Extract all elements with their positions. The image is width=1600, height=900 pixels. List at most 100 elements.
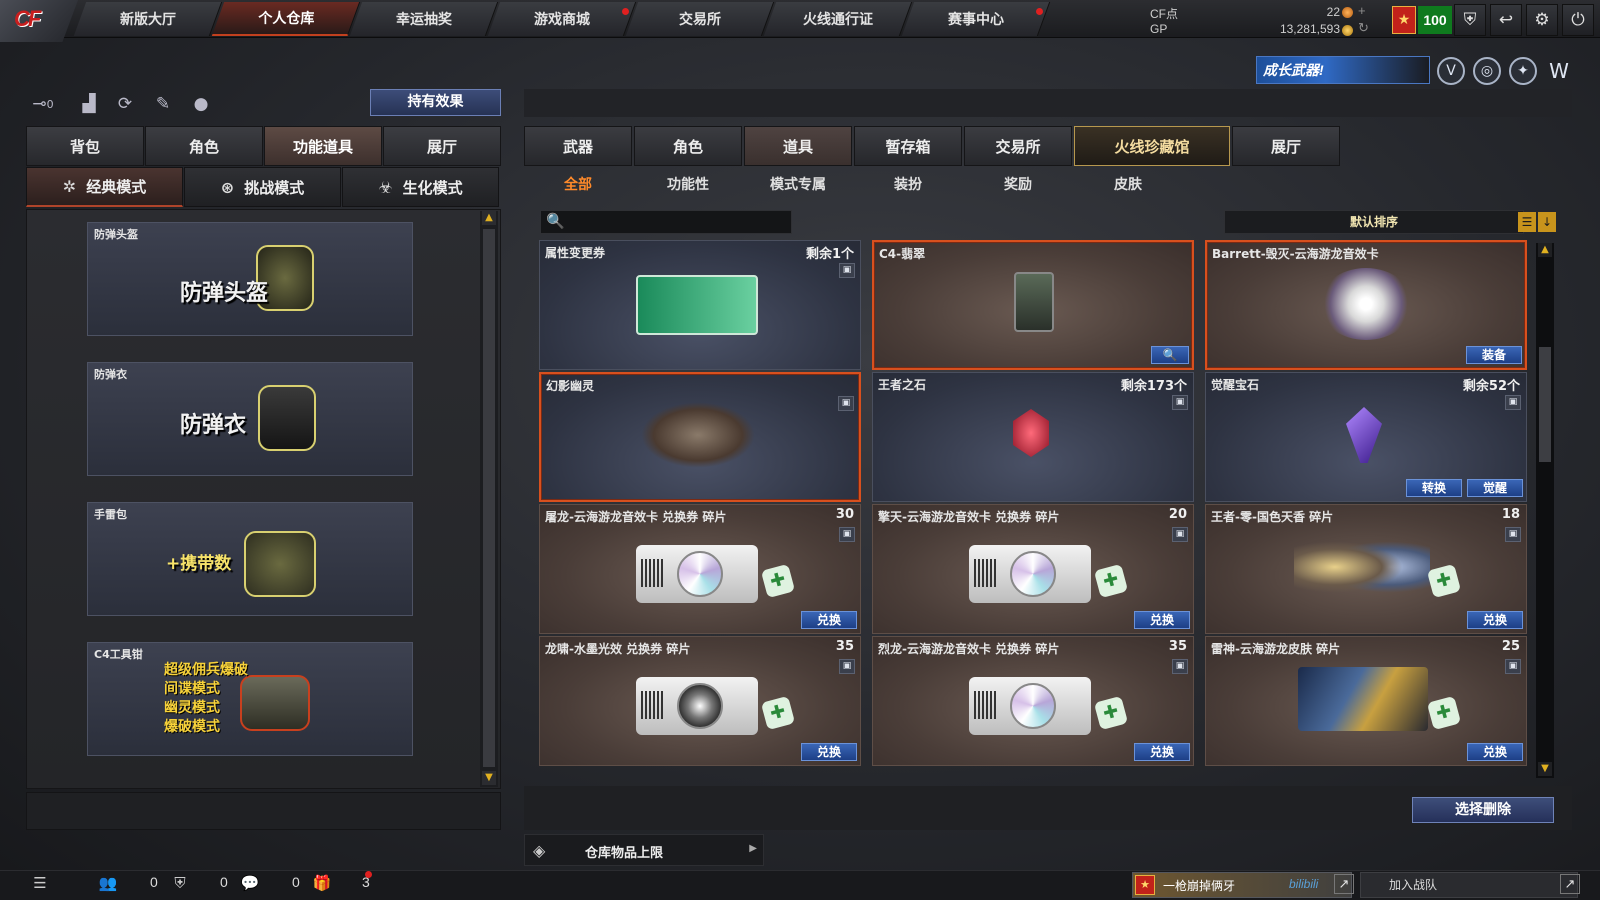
warehouse-capacity-button[interactable]: ◈ 仓库物品上限 ▶ [524,834,764,866]
tab-character[interactable]: 角色 [145,126,263,166]
awaken-button[interactable]: 觉醒 [1467,479,1523,497]
nav-tab-warehouse[interactable]: 个人仓库 [211,2,361,36]
lock-icon[interactable]: ▣ [1505,527,1521,542]
redeem-button[interactable]: 兑换 [801,743,857,761]
inspect-magnifier-icon[interactable]: 🔍 [1151,346,1189,364]
mode-tab-zombie[interactable]: ☣ 生化模式 [342,167,499,207]
item-card[interactable]: 王者-零-国色天香 碎片 18 ▣ ✚ 兑换 [1205,504,1527,634]
scroll-down-icon[interactable]: ▼ [1538,762,1552,776]
item-card[interactable]: 擎天-云海游龙音效卡 兑换券 碎片 20 ▣ ✚ 兑换 [872,504,1194,634]
lock-icon[interactable]: ▣ [839,659,855,674]
rtab-exchange[interactable]: 交易所 [964,126,1072,166]
left-scrollbar[interactable]: ▲ ▼ [480,211,498,787]
item-card[interactable]: 雷神-云海游龙皮肤 碎片 25 ▣ ✚ 兑换 [1205,636,1527,766]
subtab-outfit[interactable]: 装扮 [858,172,958,198]
convert-button[interactable]: 转换 [1406,479,1462,497]
nav-tab-lobby[interactable]: 新版大厅 [73,2,223,36]
lock-icon[interactable]: ▣ [838,396,854,411]
brush-icon[interactable]: ✎ [150,92,176,116]
return-icon[interactable]: ↩ [1490,4,1522,36]
item-card[interactable]: C4-翡翠 🔍 [872,240,1194,370]
subtab-mode-exclusive[interactable]: 模式专属 [748,172,848,198]
nav-tab-lottery[interactable]: 幸运抽奖 [349,2,499,36]
gift-icon[interactable]: 🎁 [312,874,332,894]
redeem-button[interactable]: 兑换 [1134,743,1190,761]
tab-backpack[interactable]: 背包 [26,126,144,166]
nav-tab-shop[interactable]: 游戏商城 [487,2,637,36]
item-card-helmet[interactable]: 防弹头盔 防弹头盔 [87,222,413,336]
item-card[interactable]: 屠龙-云海游龙音效卡 兑换券 碎片 30 ▣ ✚ 兑换 [539,504,861,634]
equip-button[interactable]: 装备 [1466,346,1522,364]
lock-icon[interactable]: ▣ [1172,527,1188,542]
nav-tab-battle-pass[interactable]: 火线通行证 [763,2,913,36]
power-icon[interactable]: ⏻ [1562,4,1594,36]
redeem-button[interactable]: 兑换 [801,611,857,629]
subtab-functional[interactable]: 功能性 [638,172,738,198]
lock-icon[interactable]: ▣ [1505,395,1521,410]
lock-icon[interactable]: ▣ [839,263,855,278]
mode-tab-challenge[interactable]: ⊛ 挑战模式 [184,167,341,207]
tab-function-items[interactable]: 功能道具 [264,126,382,166]
rtab-characters[interactable]: 角色 [634,126,742,166]
shield-icon[interactable]: ⛨ [1454,4,1486,36]
sort-order-icon[interactable]: ↓ [1538,212,1556,232]
grenade-icon[interactable]: ● [188,92,214,116]
item-card[interactable]: Barrett-毁灭-云海游龙音效卡 装备 [1205,240,1527,370]
settings-gear-icon[interactable]: ⚙ [1526,4,1558,36]
held-effects-button[interactable]: 持有效果 [370,89,501,116]
item-card[interactable]: 属性变更券 剩余1个 ▣ [539,240,861,370]
external-link-icon[interactable]: ↗ [1560,874,1580,894]
scroll-down-icon[interactable]: ▼ [482,771,496,785]
rtab-storage-box[interactable]: 暂存箱 [854,126,962,166]
mode-tab-classic[interactable]: ✲ 经典模式 [26,167,183,207]
item-card-vest[interactable]: 防弹衣 防弹衣 [87,362,413,476]
tab-showroom[interactable]: 展厅 [383,126,501,166]
guild-shield-icon[interactable]: ⛨ [170,874,190,894]
rtab-collection-hall[interactable]: 火线珍藏馆 [1074,126,1230,166]
crystal-emblem-icon[interactable]: ✦ [1509,57,1537,85]
item-card-c4-pliers[interactable]: C4工具钳 超级佣兵爆破 间谍模式 幽灵模式 爆破模式 [87,642,413,756]
vip-emblem-icon[interactable]: V [1437,57,1465,85]
news-ticker[interactable]: ★ 一枪崩掉俩牙 bilibili [1132,872,1352,898]
friends-icon[interactable]: 👥 [98,874,118,894]
select-delete-button[interactable]: 选择删除 [1412,797,1554,823]
left-scroll-thumb[interactable] [483,229,495,767]
nav-tab-exchange[interactable]: 交易所 [625,2,775,36]
key-icon[interactable]: ⊸ 0 [30,92,56,116]
podium-icon[interactable]: ▟ [76,92,102,116]
redeem-button[interactable]: 兑换 [1467,743,1523,761]
nav-tab-events[interactable]: 赛事中心 [901,2,1051,36]
right-scrollbar[interactable]: ▲ ▼ [1536,243,1554,778]
item-card-grenade-pack[interactable]: 手雷包 +携带数 [87,502,413,616]
rtab-items[interactable]: 道具 [744,126,852,166]
rtab-showroom[interactable]: 展厅 [1232,126,1340,166]
sort-dropdown[interactable]: 默认排序 [1224,210,1524,234]
redeem-button[interactable]: 兑换 [1134,611,1190,629]
growth-weapon-banner[interactable]: 成长武器! [1256,56,1430,84]
refresh-icon[interactable]: ⟳ [112,92,138,116]
join-team-button[interactable]: 加入战队 [1360,872,1578,898]
lock-icon[interactable]: ▣ [1172,659,1188,674]
item-card[interactable]: 烈龙-云海游龙音效卡 兑换券 碎片 35 ▣ ✚ 兑换 [872,636,1194,766]
refresh-gp-icon[interactable]: ↻ [1358,20,1369,36]
lock-icon[interactable]: ▣ [1505,659,1521,674]
rtab-weapons[interactable]: 武器 [524,126,632,166]
search-input[interactable] [540,210,792,234]
redeem-button[interactable]: 兑换 [1467,611,1523,629]
chat-bubble-icon[interactable]: 💬 [240,874,260,894]
item-card[interactable]: 觉醒宝石 剩余52个 ▣ 转换 觉醒 [1205,372,1527,502]
globe-emblem-icon[interactable]: ◎ [1473,57,1501,85]
scroll-up-icon[interactable]: ▲ [482,211,496,225]
item-card[interactable]: 龙啸-水墨光效 兑换券 碎片 35 ▣ ✚ 兑换 [539,636,861,766]
w-emblem-icon[interactable]: W [1545,57,1573,85]
subtab-all[interactable]: 全部 [528,172,628,198]
right-scroll-thumb[interactable] [1539,347,1551,462]
subtab-skins[interactable]: 皮肤 [1078,172,1178,198]
item-card[interactable]: 幻影幽灵 ▣ [539,372,861,502]
menu-list-icon[interactable]: ☰ [30,874,50,894]
lock-icon[interactable]: ▣ [839,527,855,542]
external-link-icon[interactable]: ↗ [1334,874,1354,894]
subtab-rewards[interactable]: 奖励 [968,172,1068,198]
list-view-icon[interactable]: ☰ [1518,212,1536,232]
add-cf-icon[interactable]: + [1358,3,1366,18]
